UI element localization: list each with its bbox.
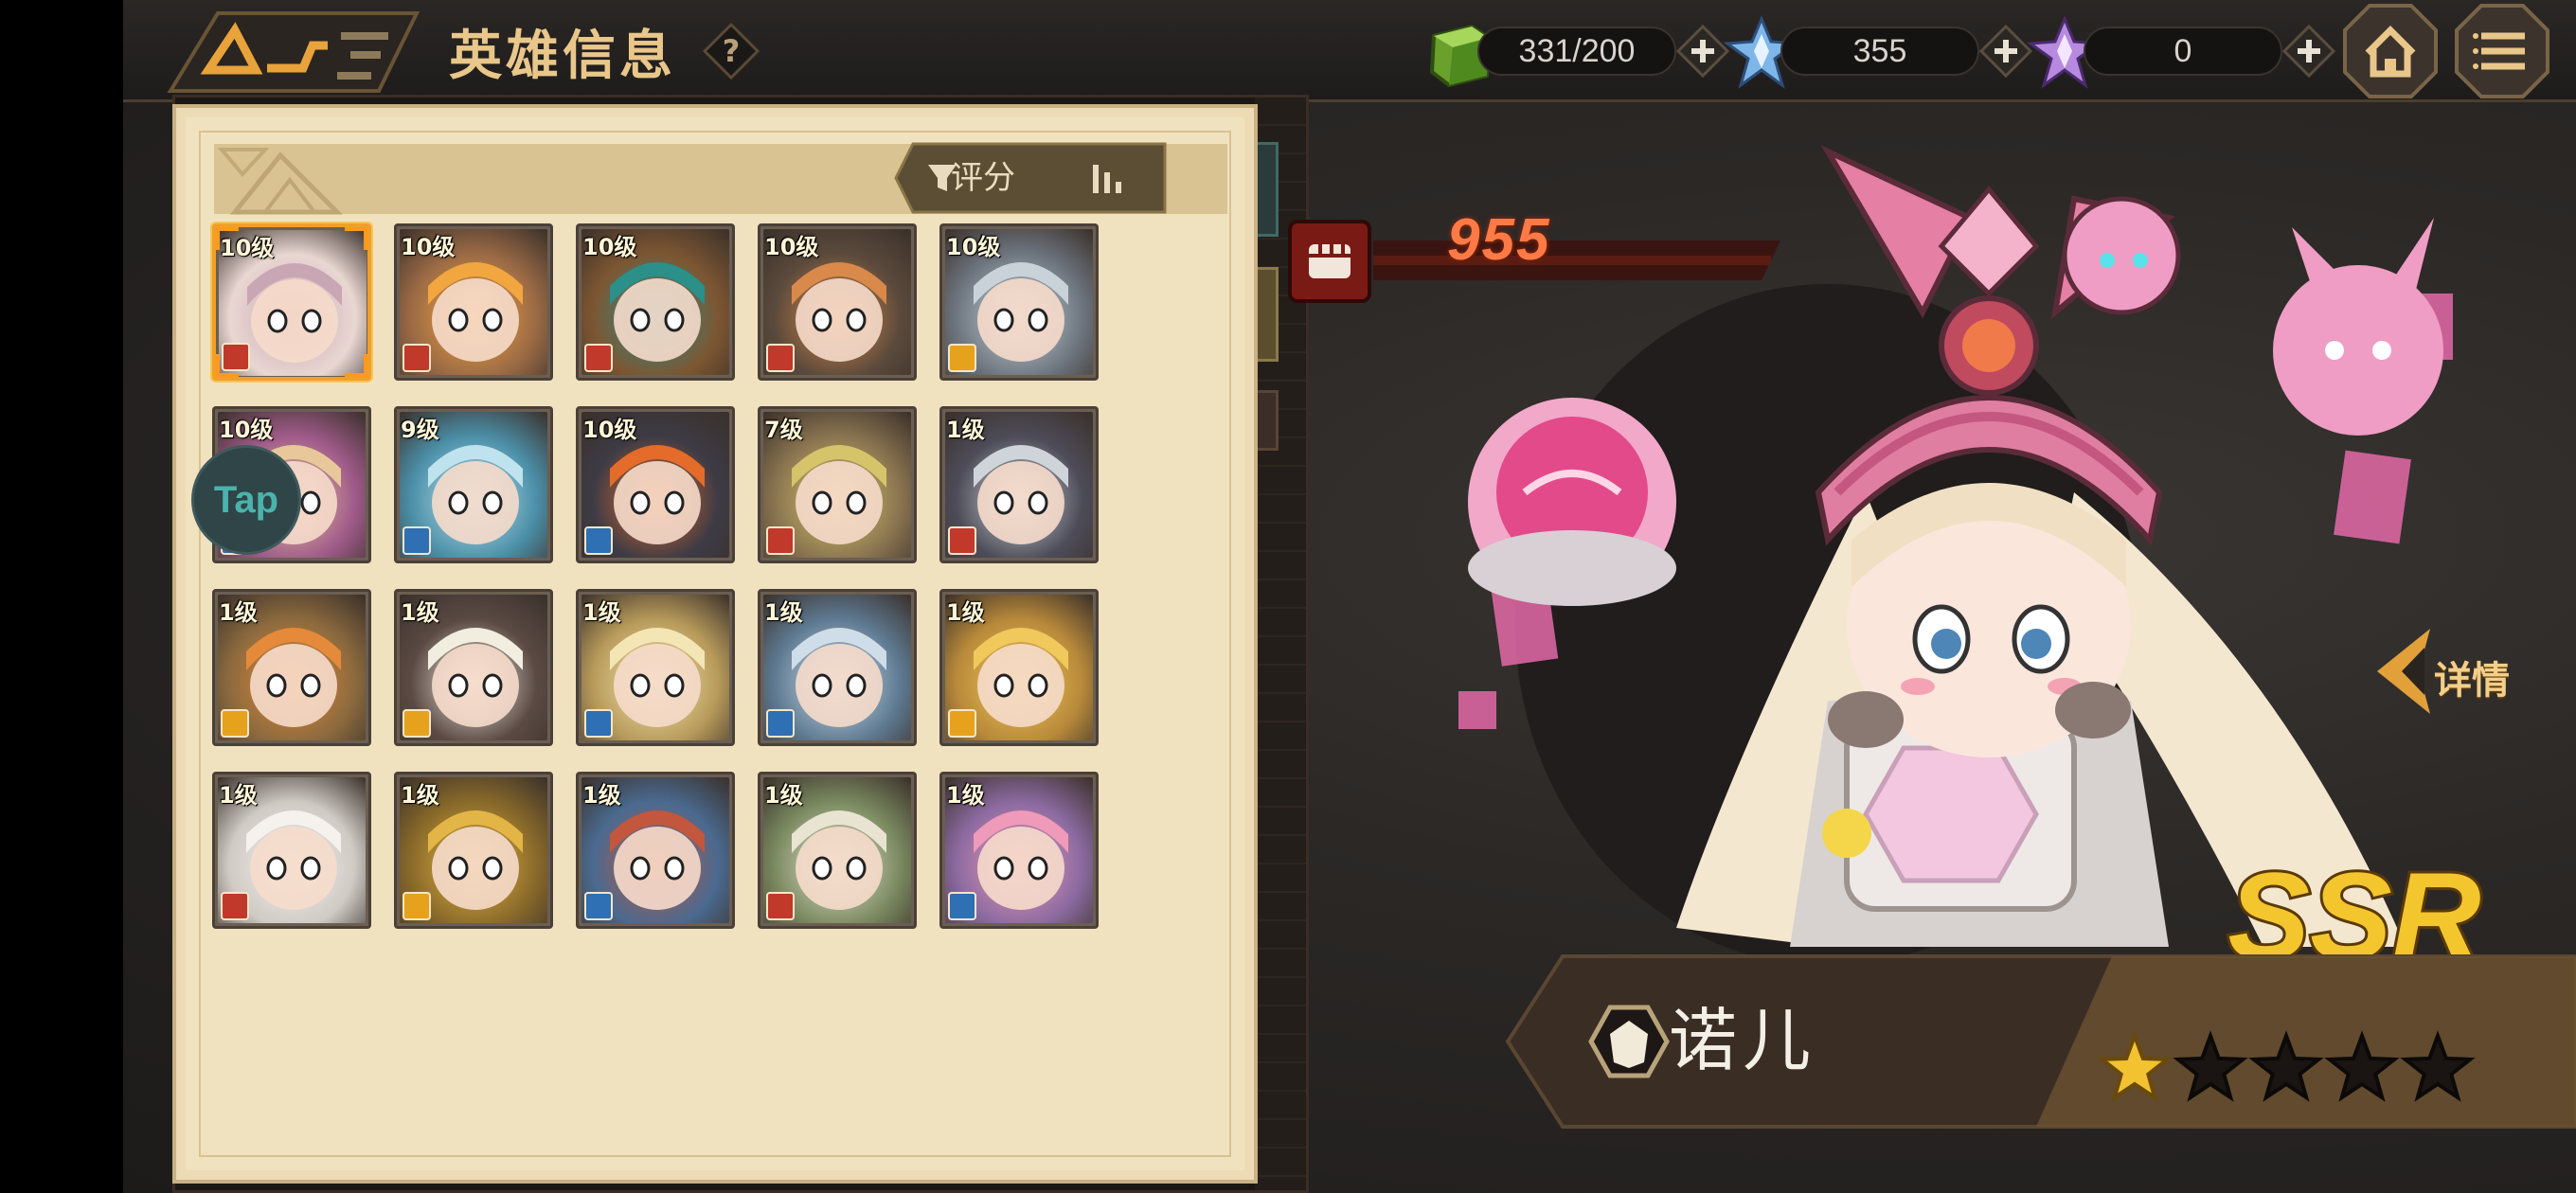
hero-level: 1级 — [401, 599, 439, 626]
class-icon — [402, 344, 431, 372]
hero-level: 10级 — [219, 417, 274, 443]
class-icon — [948, 892, 976, 920]
class-icon — [1588, 1005, 1670, 1078]
resource-premium: 0 — [2027, 15, 2349, 89]
selection-corner — [216, 354, 239, 377]
help-icon[interactable]: ? — [703, 23, 760, 80]
hero-card[interactable]: 1级 — [394, 772, 553, 929]
help-symbol: ? — [723, 33, 741, 69]
hero-name: 诺儿 — [1669, 1001, 1817, 1080]
hero-level: 10级 — [401, 234, 456, 260]
class-icon — [584, 892, 613, 920]
hero-level: 10级 — [946, 234, 1001, 260]
hero-level: 10级 — [582, 234, 637, 260]
hero-card[interactable]: 1级 — [576, 772, 735, 929]
fist-icon — [1309, 244, 1351, 278]
tap-button[interactable]: Tap — [191, 445, 301, 555]
hero-card[interactable]: 1级 — [212, 772, 371, 929]
hero-card[interactable]: 10级 — [394, 223, 553, 381]
hero-level: 7级 — [764, 417, 803, 443]
top-bar: 英雄信息 ? 331/200 355 0 — [123, 0, 2576, 102]
resource-diamond: 355 — [1724, 15, 2046, 89]
star-empty-icon — [2400, 1030, 2476, 1102]
resource-stamina: 331/200 — [1421, 21, 1743, 88]
hero-card[interactable]: 7级 — [758, 406, 917, 563]
hero-level: 10级 — [764, 234, 819, 260]
sort-label: 评分 — [951, 159, 1015, 197]
hero-card[interactable]: 1级 — [939, 406, 1099, 563]
hero-level: 1级 — [219, 599, 258, 626]
add-diamond-button[interactable] — [1979, 25, 2032, 78]
hero-level: 1级 — [582, 599, 621, 626]
class-icon — [221, 709, 249, 738]
class-icon — [766, 892, 795, 920]
class-icon — [402, 892, 431, 920]
star-empty-icon — [2248, 1030, 2324, 1102]
class-icon — [584, 526, 613, 555]
hero-level: 1级 — [401, 782, 439, 809]
hero-card[interactable]: 1级 — [576, 589, 735, 746]
premium-value: 0 — [2174, 33, 2192, 69]
hero-list-panel: 评分 10级 10级 10级 10级 10级 10级 9级 10级 7级 1级 1级 1级 1级 1级 1级… — [172, 104, 1258, 1184]
hero-card[interactable]: 1级 — [758, 589, 917, 746]
hero-card[interactable]: 10级 — [939, 223, 1099, 381]
detail-label[interactable]: 详情 — [2434, 650, 2510, 704]
hero-card[interactable]: 10级 — [758, 223, 917, 381]
hero-card[interactable]: 10级 — [576, 223, 735, 381]
add-stamina-button[interactable] — [1676, 25, 1729, 78]
add-premium-button[interactable] — [2282, 25, 2335, 78]
game-logo-icon — [167, 11, 420, 93]
hero-card[interactable]: 1级 — [939, 772, 1099, 929]
power-value: 955 — [1447, 207, 1551, 273]
hero-level: 1级 — [764, 599, 803, 626]
diamond-value: 355 — [1852, 33, 1907, 69]
hero-level: 1级 — [946, 599, 985, 626]
hero-level: 1级 — [946, 782, 985, 809]
class-icon — [584, 344, 613, 372]
star-rating — [2097, 1030, 2476, 1102]
hero-card[interactable]: 10级 — [576, 406, 735, 563]
hero-card[interactable]: 1级 — [939, 589, 1099, 746]
class-icon — [948, 526, 976, 555]
class-icon — [584, 709, 613, 738]
class-icon — [766, 526, 795, 555]
page-title: 英雄信息 — [449, 26, 676, 87]
hero-level: 10级 — [582, 417, 637, 443]
hero-card[interactable]: 1级 — [212, 589, 371, 746]
star-filled-icon — [2097, 1030, 2173, 1102]
selection-corner — [345, 354, 367, 377]
hero-level: 1级 — [946, 417, 985, 443]
home-icon[interactable] — [2341, 2, 2440, 100]
selection-corner — [345, 227, 367, 250]
selection-corner — [216, 227, 239, 250]
menu-icon[interactable] — [2453, 2, 2551, 100]
star-empty-icon — [2173, 1030, 2248, 1102]
hero-card[interactable]: 10级 — [212, 223, 371, 381]
class-icon — [948, 344, 976, 372]
hero-level: 9级 — [401, 417, 439, 443]
class-icon — [766, 344, 795, 372]
class-icon — [402, 709, 431, 738]
class-icon — [402, 526, 431, 555]
hero-card[interactable]: 1级 — [394, 589, 553, 746]
hero-card[interactable]: 1级 — [758, 772, 917, 929]
class-icon — [221, 892, 249, 920]
hero-level: 1级 — [219, 782, 258, 809]
star-empty-icon — [2324, 1030, 2400, 1102]
game-screen: 英雄信息 ? 331/200 355 0 评分 10级 10级 10级 10级 … — [123, 0, 2576, 1193]
hero-card[interactable]: 9级 — [394, 406, 553, 563]
class-icon — [766, 709, 795, 738]
hero-level: 1级 — [582, 782, 621, 809]
class-icon — [948, 709, 976, 738]
stamina-value: 331/200 — [1518, 33, 1636, 69]
hero-level: 1级 — [764, 782, 803, 809]
